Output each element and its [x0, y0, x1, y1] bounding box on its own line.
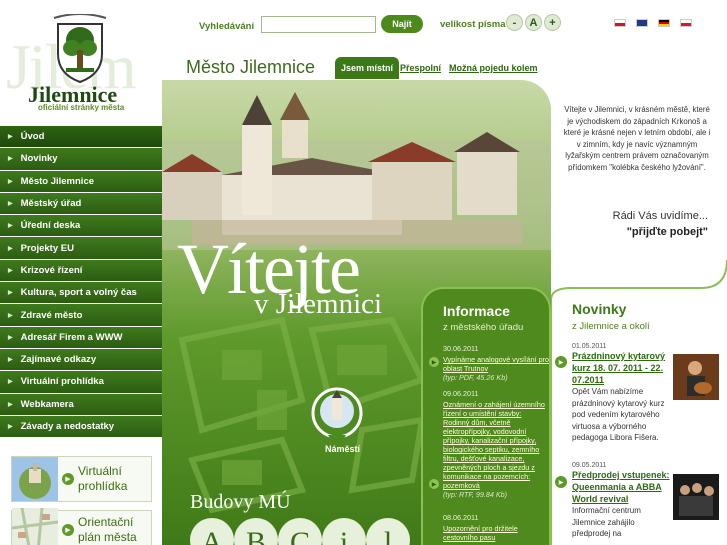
logo[interactable]: Jilem Jilemnice oficiální stránky města: [0, 0, 162, 126]
arrow-right-icon: ▶: [62, 524, 74, 536]
buildings-label: Budovy MÚ: [190, 491, 291, 513]
news-link[interactable]: Předprodej vstupenek: Queenmania a ABBA …: [572, 469, 670, 505]
arrow-right-icon: ▶: [555, 476, 567, 488]
arrow-right-icon: ▶: [62, 473, 74, 485]
nav-label: Novinky: [20, 153, 58, 165]
arrow-right-icon: ▶: [8, 223, 13, 230]
font-increase-button[interactable]: +: [544, 14, 561, 31]
info-link[interactable]: Vypínáme analogové vysílání pro oblast T…: [443, 355, 549, 373]
nav-label: Virtuální prohlídka: [20, 376, 104, 388]
flag-de-icon[interactable]: [658, 19, 670, 27]
tab-mozna-pojedu-kolem[interactable]: Možná pojedu kolem: [443, 57, 544, 79]
arrow-right-icon: ▶: [8, 334, 13, 341]
font-reset-button[interactable]: A: [525, 14, 542, 31]
news-item: 01.05.2011 Prázdninový kytarový kurz 18.…: [572, 343, 670, 444]
arrow-right-icon: ▶: [8, 424, 13, 430]
band-thumbnail: [673, 474, 719, 520]
info-panel: Informace z městského úřadu ▶ 30.06.2011…: [421, 287, 551, 545]
nav-item-webkamera[interactable]: ▶ Webkamera: [0, 393, 162, 416]
nav-item-uredni-deska[interactable]: ▶ Úřední deska: [0, 215, 162, 238]
left-column: Jilem Jilemnice oficiální stránky města …: [0, 0, 162, 545]
info-link[interactable]: Upozornění pro držitele cestovního pasu: [443, 524, 549, 542]
nav-label: Krizové řízení: [20, 264, 83, 276]
welcome-line: Rádi Vás uvidíme...: [612, 210, 708, 222]
arrow-right-icon: ▶: [8, 357, 13, 364]
info-item: 09.06.2011 Oznámení o zahájení územního …: [443, 389, 549, 499]
arrow-right-icon: ▶: [8, 401, 13, 408]
news-subtitle: z Jilemnice a okolí: [572, 321, 650, 332]
panorama-thumbnail: [12, 457, 58, 501]
news-link[interactable]: Prázdninový kytarový kurz 18. 07. 2011 -…: [572, 350, 670, 386]
info-item: 08.06.2011 Upozornění pro držitele cesto…: [443, 513, 549, 542]
font-decrease-button[interactable]: -: [506, 14, 523, 31]
news-item: 09.05.2011 Předprodej vstupenek: Queenma…: [572, 462, 670, 538]
tab-prespolni[interactable]: Přespolní: [394, 57, 447, 79]
nav-item-kultura[interactable]: ▶ Kultura, sport a volný čas: [0, 282, 162, 305]
nav-label: Úřední deska: [20, 220, 81, 232]
nav-label: Zdravé město: [20, 309, 83, 321]
nav-item-urad[interactable]: ▶ Městský úřad: [0, 192, 162, 216]
search-label: Vyhledávání: [199, 21, 255, 32]
map-thumbnail: [12, 508, 58, 545]
logo-subtitle: oficiální stránky města: [38, 103, 125, 112]
main-nav: ▶ Úvod ▶ Novinky ▶ Město Jilemnice ▶ Městský…: [0, 126, 162, 439]
promo-text: Orientační plán města: [78, 515, 137, 544]
nav-item-novinky[interactable]: ▶ Novinky: [0, 148, 162, 171]
guitarist-thumbnail: [673, 354, 719, 400]
nav-item-projekty-eu[interactable]: ▶ Projekty EU: [0, 237, 162, 260]
arrow-right-icon: ▶: [8, 290, 13, 297]
arrow-right-icon: ▶: [8, 312, 13, 319]
nav-label: Městský úřad: [20, 198, 82, 210]
nav-item-uvod[interactable]: ▶ Úvod: [0, 126, 162, 149]
flag-en-icon[interactable]: [636, 19, 648, 27]
arrow-right-icon: ▶: [8, 245, 13, 252]
promo-text: Virtuální prohlídka: [78, 464, 128, 493]
arrow-right-icon: ▶: [8, 201, 13, 208]
arrow-right-icon: ▶: [8, 178, 13, 185]
info-link[interactable]: Oznámení o zahájení územního řízení o um…: [443, 400, 549, 490]
arrow-right-icon: ▶: [8, 267, 13, 274]
welcome-slogan: "přijďte pobejt": [626, 226, 708, 238]
map-pin-label[interactable]: Náměstí: [325, 444, 360, 454]
arrow-right-icon: ▶: [8, 134, 13, 141]
welcome-subtitle: v Jilemnici: [254, 288, 383, 320]
page-title: Město Jilemnice: [186, 57, 316, 77]
info-item: 30.06.2011 Vypínáme analogové vysílání p…: [443, 344, 550, 382]
search-input[interactable]: [261, 16, 376, 33]
nav-label: Úvod: [20, 131, 45, 143]
nav-item-virtualni-prohlidka[interactable]: ▶ Virtuální prohlídka: [0, 371, 162, 394]
info-title: Informace: [443, 303, 510, 319]
font-size-label: velikost písma: [440, 19, 506, 30]
flag-pl-icon[interactable]: [680, 19, 692, 27]
info-subtitle: z městského úřadu: [443, 322, 524, 333]
welcome-text: Vítejte v Jilemnici, v krásném městě, kt…: [563, 105, 711, 172]
search-button[interactable]: Najít: [381, 15, 423, 33]
arrow-right-icon: ▶: [8, 156, 13, 163]
nav-item-krizove-rizeni[interactable]: ▶ Krizové řízení: [0, 259, 162, 283]
nav-label: Kultura, sport a volný čas: [20, 287, 137, 299]
nav-label: Zajímavé odkazy: [20, 354, 97, 366]
nav-label: Projekty EU: [20, 242, 74, 254]
tab-jsem-mistni[interactable]: Jsem místní: [335, 57, 400, 79]
arrow-right-icon: ▶: [429, 479, 439, 489]
arrow-right-icon: ▶: [429, 357, 439, 367]
nav-item-zdrave-mesto[interactable]: ▶ Zdravé město: [0, 304, 162, 327]
nav-item-adresar[interactable]: ▶ Adresář Firem a WWW: [0, 326, 162, 349]
arrow-right-icon: ▶: [8, 379, 13, 386]
nav-label: Adresář Firem a WWW: [20, 331, 123, 343]
coat-of-arms-icon: [53, 14, 107, 84]
promo-virtual-tour[interactable]: ▶ Virtuální prohlídka: [11, 456, 152, 502]
nav-label: Závady a nedostatky: [20, 421, 115, 432]
nav-item-odkazy[interactable]: ▶ Zajímavé odkazy: [0, 348, 162, 372]
flag-cz-icon[interactable]: [614, 19, 626, 27]
nav-label: Město Jilemnice: [20, 175, 95, 187]
promo-city-map[interactable]: ▶ Orientační plán města: [11, 508, 152, 545]
arrow-right-icon: ▶: [555, 356, 567, 368]
nav-item-mesto[interactable]: ▶ Město Jilemnice: [0, 170, 162, 193]
news-title: Novinky: [572, 301, 627, 317]
nav-item-zavady[interactable]: ▶ Závady a nedostatky: [0, 415, 162, 439]
nav-label: Webkamera: [20, 398, 74, 410]
